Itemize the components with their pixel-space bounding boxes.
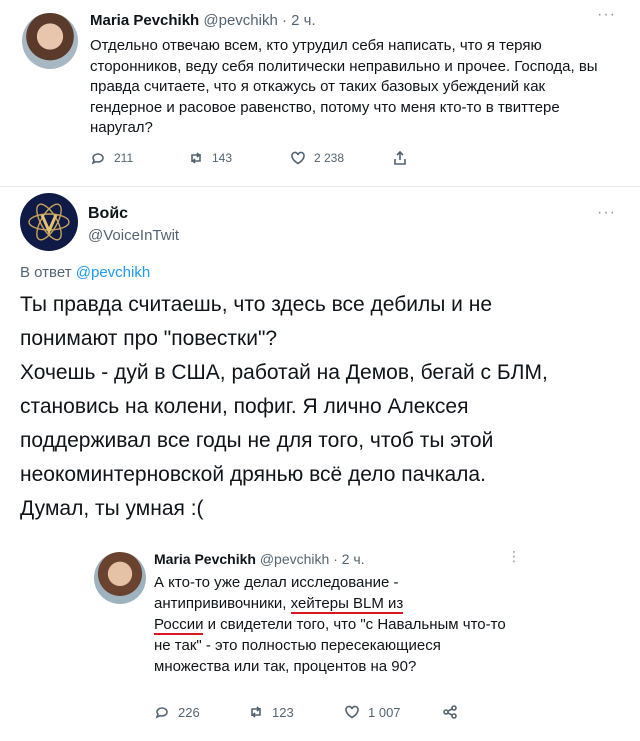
tweet-text: Отдельно отвечаю всем, кто утрудил себя … xyxy=(90,37,598,136)
tweet-pevchikh[interactable]: Maria Pevchikh @pevchikh · 2 ч. ··· Отде… xyxy=(0,0,640,186)
reply-stat: 226 xyxy=(154,704,200,720)
tweet-text: А кто-то уже делал исследование - антипр… xyxy=(154,572,514,677)
retweet-count: 143 xyxy=(212,151,233,165)
like-count: 2 238 xyxy=(314,151,345,165)
retweet-icon xyxy=(251,706,261,718)
retweet-count: 123 xyxy=(272,704,294,720)
reply-context: В ответ @pevchikh xyxy=(20,264,150,281)
reply-prefix: В ответ xyxy=(20,264,72,281)
logo-icon xyxy=(28,203,70,241)
tweet-actions: 226 123 1 007 xyxy=(154,704,484,722)
reply-icon xyxy=(155,707,168,719)
tweet-line: поддерживал все годы не для того, чтоб т… xyxy=(20,429,494,452)
author-name[interactable]: Maria Pevchikh xyxy=(90,12,199,29)
author-handle[interactable]: @VoiceInTwit xyxy=(88,227,179,244)
tweet-line: становись на колени, пофиг. Я лично Алек… xyxy=(20,395,469,418)
like-button[interactable]: 2 238 xyxy=(290,150,344,166)
reply-icon xyxy=(91,153,104,165)
more-options-button[interactable]: ··· xyxy=(597,204,616,222)
tweet-line: понимают про "повестки"? xyxy=(20,327,278,350)
quoted-tweet-screenshot: Maria Pevchikh @pevchikh · 2 ч. ⋮ А кто-… xyxy=(75,538,535,738)
retweet-icon xyxy=(191,152,201,164)
tweet-line: Ты правда считаешь, что здесь все дебилы… xyxy=(20,293,493,316)
tweet-line: Хочешь - дуй в США, работай на Демов, бе… xyxy=(20,361,548,384)
share-icon xyxy=(443,705,457,719)
tweet-actions: 211 143 2 238 xyxy=(90,150,420,168)
more-options-icon: ⋮ xyxy=(507,548,521,564)
timestamp: · 2 ч. xyxy=(333,551,365,567)
tweet-line: неокоминтерновской дрянью всё дело пачка… xyxy=(20,463,486,486)
reply-count: 211 xyxy=(114,151,134,165)
divider xyxy=(0,186,640,187)
author-name[interactable]: Войс xyxy=(88,205,128,223)
tweet-header: Maria Pevchikh @pevchikh · 2 ч. xyxy=(154,551,365,567)
author-handle: @pevchikh xyxy=(259,551,330,567)
more-options-button[interactable]: ··· xyxy=(597,6,616,24)
reply-button[interactable]: 211 xyxy=(90,150,133,166)
share-stat xyxy=(442,704,458,720)
underlined-text: хейтеры BLM из xyxy=(290,595,404,614)
timestamp[interactable]: · 2 ч. xyxy=(282,12,316,29)
share-icon xyxy=(394,150,406,165)
tweet-text: Ты правда считаешь, что здесь все дебилы… xyxy=(20,288,625,526)
avatar xyxy=(94,552,146,604)
tweet-line: Думал, ты умная :( xyxy=(20,497,204,520)
retweet-stat: 123 xyxy=(248,704,294,720)
share-button[interactable] xyxy=(392,150,408,166)
avatar[interactable] xyxy=(22,13,78,69)
author-name: Maria Pevchikh xyxy=(154,551,256,567)
mention-link[interactable]: @pevchikh xyxy=(76,264,150,281)
author-handle[interactable]: @pevchikh xyxy=(203,12,277,29)
like-count: 1 007 xyxy=(368,704,401,720)
like-icon xyxy=(345,705,359,719)
like-icon xyxy=(291,151,305,165)
text-segment: и свидетели того, что "с Навальным что-т… xyxy=(154,616,506,675)
underlined-text: России xyxy=(154,616,204,635)
retweet-button[interactable]: 143 xyxy=(188,150,232,166)
reply-count: 226 xyxy=(178,704,200,720)
avatar[interactable] xyxy=(20,193,78,251)
like-stat: 1 007 xyxy=(344,704,401,720)
tweet-header: Maria Pevchikh @pevchikh · 2 ч. xyxy=(90,12,316,29)
